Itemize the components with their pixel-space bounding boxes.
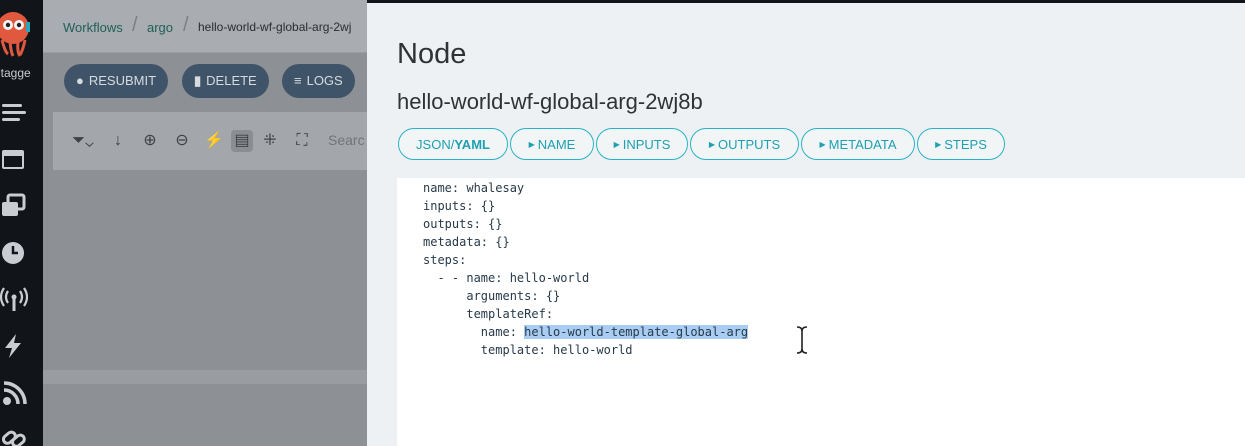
- tab-inputs-label: INPUTS: [622, 137, 671, 152]
- panel-top-border: [367, 0, 1245, 3]
- yaml-line: arguments: {}: [423, 289, 561, 303]
- window-icon[interactable]: [0, 145, 28, 173]
- user-label: ntagge: [0, 66, 31, 80]
- yaml-line: outputs: {}: [423, 217, 503, 231]
- breadcrumb-workflows[interactable]: Workflows: [63, 20, 123, 35]
- lightning-icon[interactable]: [0, 332, 28, 360]
- yaml-line: name: hello-world-template-global-arg: [423, 325, 749, 339]
- argo-logo-icon[interactable]: [0, 6, 32, 60]
- panel-title: Node: [397, 38, 467, 70]
- tab-metadata-label: METADATA: [828, 137, 897, 152]
- file-icon[interactable]: ▤: [231, 130, 253, 152]
- trash-icon: ▮: [194, 73, 202, 88]
- selected-text[interactable]: hello-world-template-global-arg: [524, 325, 749, 339]
- collapse-icon[interactable]: ⁜: [259, 130, 281, 152]
- graph-canvas[interactable]: [53, 170, 373, 446]
- tab-yaml-label: YAML: [454, 137, 490, 152]
- delete-button[interactable]: ▮ DELETE: [182, 64, 269, 98]
- menu-icon[interactable]: [0, 98, 28, 126]
- yaml-line: template: hello-world: [423, 343, 633, 357]
- tab-steps-label: STEPS: [944, 137, 987, 152]
- graph-toolbar: ⏷⌄ ↓ ⊕ ⊖ ⚡ ▤ ⁜ ⛶ Searc: [53, 112, 373, 170]
- tab-outputs[interactable]: ▶ OUTPUTS: [690, 128, 799, 160]
- arrow-down-icon[interactable]: ↓: [107, 130, 129, 152]
- tab-inputs[interactable]: ▶ INPUTS: [596, 128, 688, 160]
- search-input[interactable]: Searc: [328, 132, 365, 148]
- yaml-line: steps:: [423, 253, 467, 267]
- tab-name[interactable]: ▶ NAME: [510, 128, 594, 160]
- tab-json-yaml[interactable]: JSON/YAML: [398, 128, 508, 160]
- caret-right-icon: ▶: [708, 140, 716, 149]
- tab-json-label: JSON/: [416, 137, 455, 152]
- tab-steps[interactable]: ▶ STEPS: [917, 128, 1005, 160]
- caret-right-icon: ▶: [528, 140, 535, 149]
- breadcrumb-namespace[interactable]: argo: [147, 20, 173, 35]
- clock-icon[interactable]: [0, 239, 28, 267]
- left-sidebar: ntagge: [0, 0, 43, 446]
- resubmit-button[interactable]: ● RESUBMIT: [64, 64, 169, 98]
- yaml-line: name: whalesay: [423, 181, 525, 195]
- yaml-key: name:: [423, 325, 525, 339]
- node-panel: Node hello-world-wf-global-arg-2wj8b JSO…: [367, 0, 1245, 446]
- yaml-line: - - name: hello-world: [423, 271, 590, 285]
- lightning-icon[interactable]: ⚡: [203, 130, 225, 152]
- breadcrumb-separator: /: [132, 14, 138, 36]
- tab-name-label: NAME: [537, 137, 576, 152]
- filter-icon[interactable]: ⏷⌄: [68, 130, 98, 152]
- caret-right-icon: ▶: [613, 140, 620, 149]
- breadcrumb-current: hello-world-wf-global-arg-2wj: [198, 20, 352, 34]
- list-icon: ≡: [294, 73, 302, 88]
- zoom-in-icon[interactable]: ⊕: [139, 130, 161, 152]
- yaml-viewer[interactable]: name: whalesay inputs: {} outputs: {} me…: [397, 178, 1245, 446]
- delete-label: DELETE: [206, 73, 257, 88]
- logs-button[interactable]: ≡ LOGS: [282, 64, 355, 98]
- stack-icon[interactable]: [0, 192, 28, 220]
- tab-outputs-label: OUTPUTS: [718, 137, 781, 152]
- resubmit-label: RESUBMIT: [88, 73, 157, 88]
- divider: [43, 370, 373, 384]
- play-icon: ●: [76, 73, 84, 88]
- logs-label: LOGS: [306, 73, 343, 88]
- tab-metadata[interactable]: ▶ METADATA: [801, 128, 915, 160]
- yaml-line: metadata: {}: [423, 235, 510, 249]
- node-name: hello-world-wf-global-arg-2wj8b: [397, 89, 703, 114]
- feed-icon[interactable]: [0, 380, 28, 408]
- yaml-line: inputs: {}: [423, 199, 496, 213]
- fullscreen-icon[interactable]: ⛶: [291, 130, 313, 152]
- text-cursor-icon: [795, 325, 809, 355]
- breadcrumb: Workflows / argo / hello-world-wf-global…: [43, 0, 373, 53]
- caret-right-icon: ▶: [935, 140, 942, 149]
- breadcrumb-separator: /: [183, 14, 189, 36]
- zoom-out-icon[interactable]: ⊖: [171, 130, 193, 152]
- yaml-line: templateRef:: [423, 307, 554, 321]
- antenna-icon[interactable]: [0, 285, 29, 313]
- workflow-main: Workflows / argo / hello-world-wf-global…: [43, 0, 373, 446]
- caret-right-icon: ▶: [819, 140, 826, 149]
- link-icon[interactable]: [0, 425, 28, 446]
